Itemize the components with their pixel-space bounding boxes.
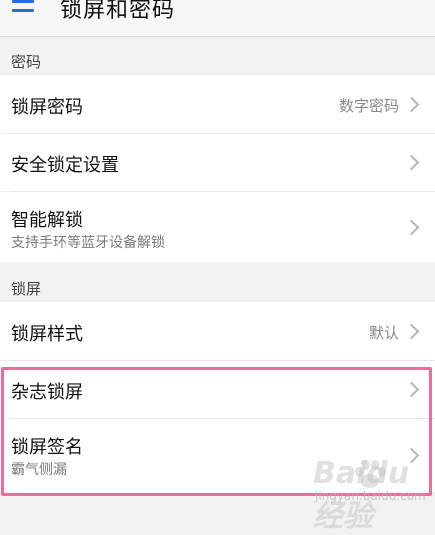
- chevron-right-icon: [403, 381, 420, 398]
- lock-screen-password-row[interactable]: 锁屏密码 数字密码: [0, 75, 435, 133]
- baidu-watermark-url: jingyan.baidu.com: [315, 489, 426, 503]
- chevron-right-icon: [403, 154, 420, 171]
- row-title: 智能解锁: [11, 210, 83, 231]
- lock-screen-style-row[interactable]: 锁屏样式 默认: [0, 302, 435, 360]
- row-value: 默认: [368, 324, 399, 342]
- row-subtitle: 支持手环等蓝牙设备解锁: [11, 235, 165, 251]
- smart-unlock-row[interactable]: 智能解锁 支持手环等蓝牙设备解锁: [0, 192, 435, 262]
- hamburger-menu-icon[interactable]: [8, 0, 38, 20]
- row-subtitle: 霸气侧漏: [11, 462, 67, 478]
- chevron-right-icon: [403, 96, 420, 113]
- secure-lock-settings-row[interactable]: 安全锁定设置: [0, 134, 435, 191]
- row-title: 杂志锁屏: [11, 382, 83, 403]
- page-title: 锁屏和密码: [60, 0, 176, 23]
- baidu-paw-logo-icon: [355, 460, 386, 488]
- row-value: 数字密码: [338, 97, 399, 115]
- top-app-bar: 锁屏和密码: [0, 0, 435, 37]
- row-title: 锁屏样式: [11, 324, 83, 345]
- magazine-lock-screen-row[interactable]: 杂志锁屏: [0, 361, 435, 418]
- chevron-right-icon: [403, 219, 420, 236]
- row-title: 锁屏密码: [11, 97, 83, 118]
- row-title: 锁屏签名: [11, 437, 83, 458]
- section-header-password: 密码: [11, 53, 42, 71]
- section-header-lockscreen: 锁屏: [11, 280, 42, 298]
- chevron-right-icon: [403, 323, 420, 340]
- row-title: 安全锁定设置: [11, 155, 119, 176]
